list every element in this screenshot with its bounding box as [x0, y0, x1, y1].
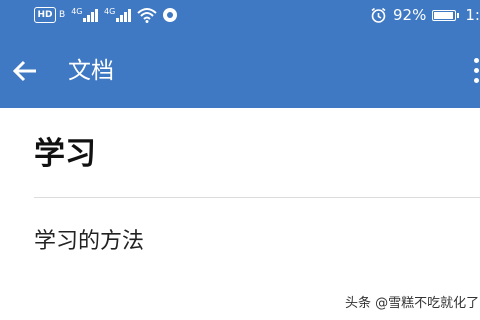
app-notification-icon [162, 8, 177, 22]
status-left-icons: HD B 4G 4G [34, 5, 177, 25]
document-title: 学习 [34, 136, 96, 172]
alarm-icon [370, 7, 387, 24]
signal-bars [116, 8, 131, 22]
document-content: 学习 学习的方法 [0, 108, 480, 320]
watermark: 头条 @雪糕不吃就化了 [345, 296, 480, 311]
signal-icon: 4G [103, 6, 131, 22]
status-bar: HD B 4G 4G 92% 1: [0, 0, 480, 30]
network-type-label: 4G [103, 6, 116, 16]
app-bar: 文档 [0, 36, 480, 108]
status-time: 1:2 [465, 6, 480, 24]
document-list-item[interactable]: 学习的方法 [34, 226, 144, 258]
signal-icon: 4G [71, 6, 98, 22]
divider [34, 197, 480, 198]
header: HD B 4G 4G 92% 1: 文档 [0, 0, 480, 108]
network-type-label: 4G [71, 6, 83, 16]
battery-icon [432, 9, 460, 21]
battery-percent: 92% [393, 6, 427, 24]
wifi-icon [137, 7, 157, 23]
arrow-left-icon [12, 60, 38, 82]
signal-bars [83, 8, 98, 22]
back-button[interactable] [10, 56, 40, 86]
page-title: 文档 [68, 58, 114, 84]
battery-fill [434, 11, 453, 19]
more-options-button[interactable] [470, 50, 480, 90]
hd-suffix: B [59, 10, 66, 20]
hd-icon: HD [34, 7, 56, 23]
status-right-icons: 92% 1:2 [370, 5, 480, 25]
